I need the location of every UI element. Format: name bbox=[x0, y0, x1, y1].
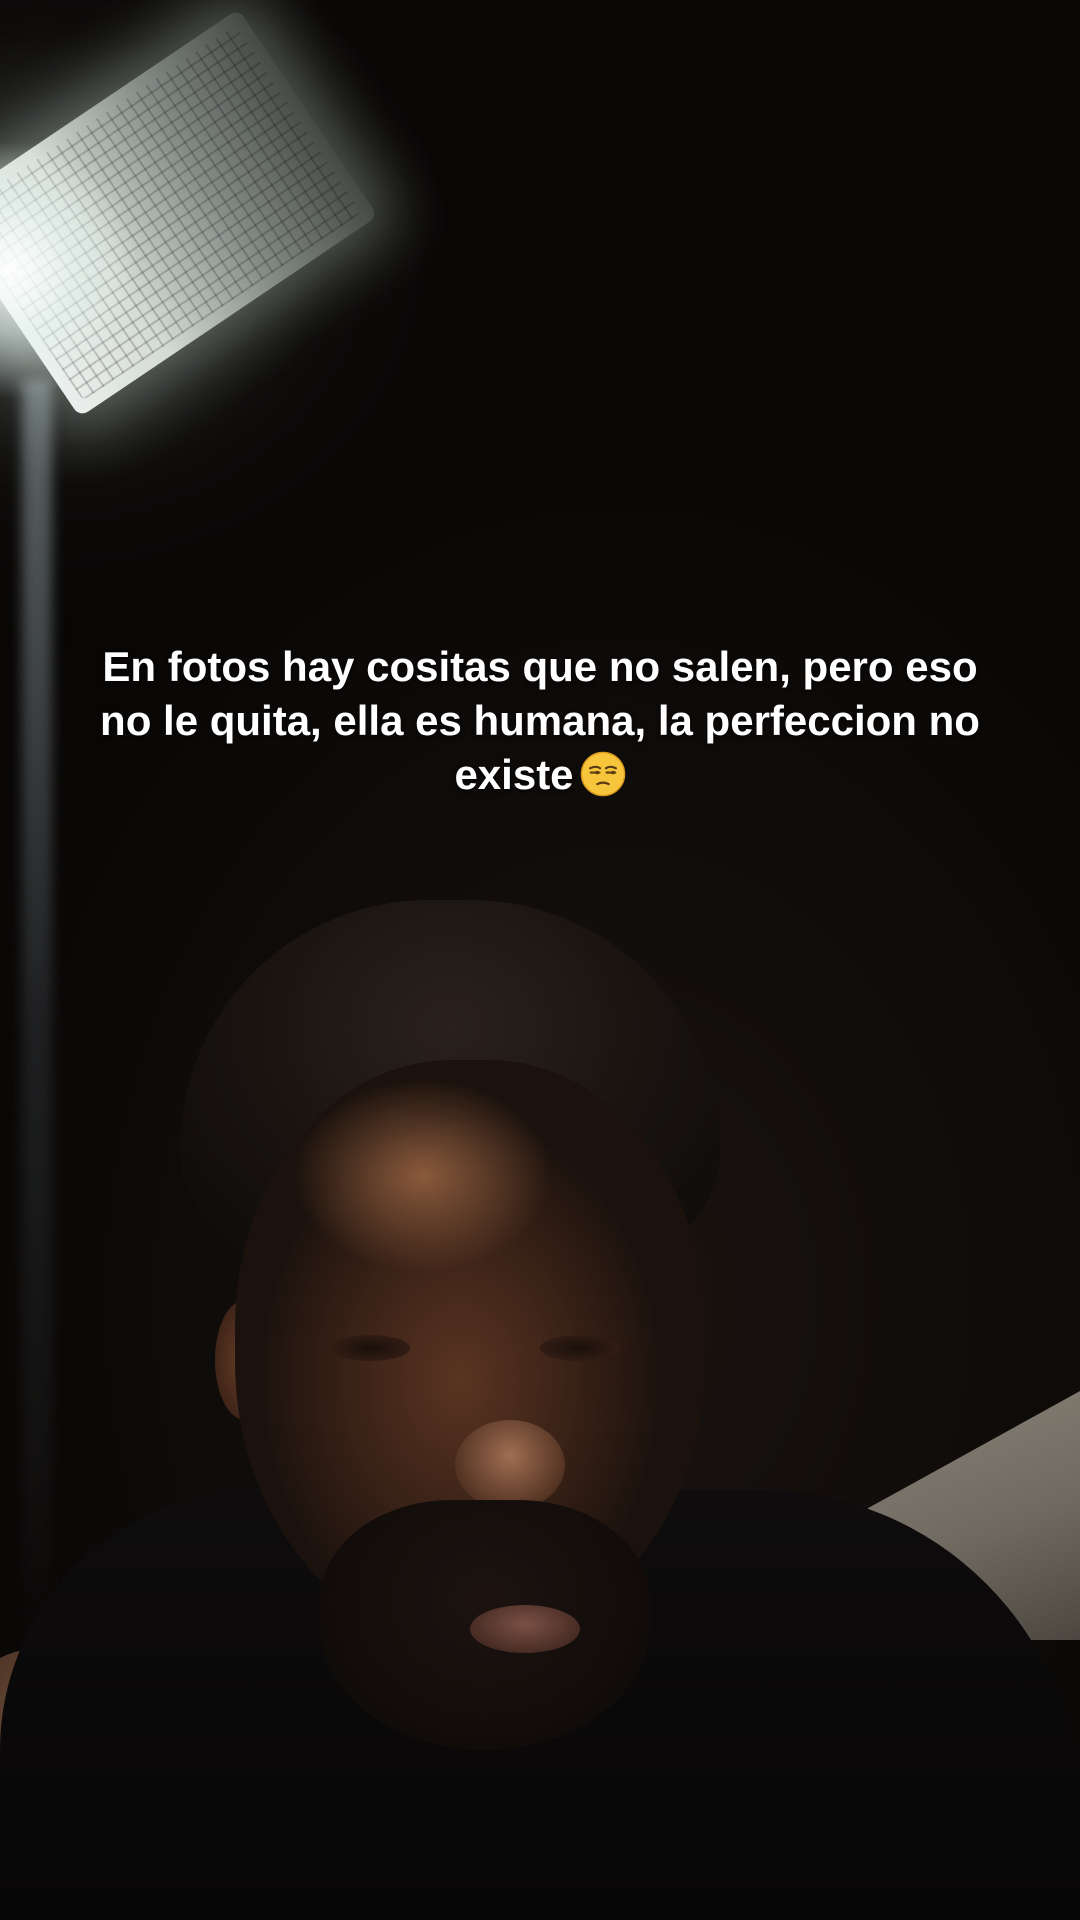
light-streak bbox=[22, 380, 52, 1680]
video-frame: En fotos hay cositas que no salen, pero … bbox=[0, 0, 1080, 1920]
caption-text: En fotos hay cositas que no salen, pero … bbox=[100, 643, 980, 798]
person-eye-left bbox=[330, 1335, 410, 1361]
unamused-face-emoji-icon bbox=[580, 751, 625, 797]
video-caption: En fotos hay cositas que no salen, pero … bbox=[80, 640, 1000, 802]
person-eye-right bbox=[540, 1335, 620, 1361]
person-lip bbox=[470, 1605, 580, 1653]
person-nose bbox=[455, 1420, 565, 1510]
